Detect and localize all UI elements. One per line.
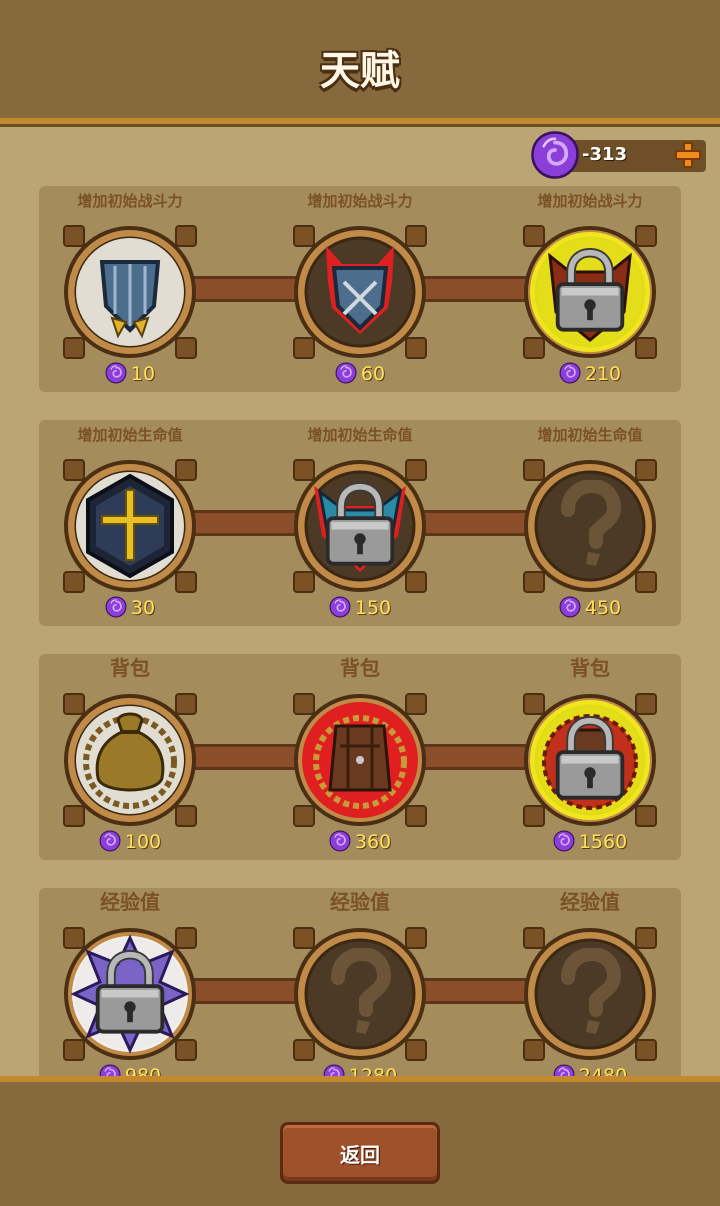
talent-cost: 1560	[495, 830, 685, 853]
talent-node[interactable]: 背包 360	[265, 648, 455, 853]
talent-node[interactable]: 经验值 980	[35, 882, 225, 1076]
talent-cost: 30	[35, 596, 225, 619]
talent-cost: 150	[265, 596, 455, 619]
steel-shield-icon	[60, 222, 200, 362]
talent-label: 背包	[110, 656, 150, 680]
talent-node[interactable]: 增加初始生命值 150	[265, 414, 455, 619]
purple-gem-icon	[553, 830, 575, 852]
page-title: 天赋	[320, 48, 400, 94]
purple-gem-icon	[559, 596, 581, 618]
lock-icon	[520, 690, 660, 830]
talent-cost: 10	[35, 362, 225, 385]
sack-icon	[60, 690, 200, 830]
talent-label: 增加初始生命值	[537, 426, 643, 444]
talent-node[interactable]: 经验值 2480	[495, 882, 685, 1076]
talent-cost: 360	[265, 830, 455, 853]
spiked-shield-icon	[290, 222, 430, 362]
talent-node[interactable]: 增加初始战斗力 10	[35, 180, 225, 385]
talent-node[interactable]: 增加初始战斗力 60	[265, 180, 455, 385]
talent-label: 增加初始战斗力	[77, 192, 183, 210]
talent-node[interactable]: 背包 100	[35, 648, 225, 853]
talent-label: 增加初始生命值	[77, 426, 183, 444]
lock-icon	[290, 456, 430, 596]
talent-list[interactable]: 增加初始战斗力 10 增加初始战斗力 60 增加初始战斗力 210 增加初始生命…	[0, 124, 720, 1076]
purple-gem-icon	[99, 1064, 121, 1076]
purple-gem-icon	[559, 362, 581, 384]
header-bar: 天赋	[0, 0, 720, 124]
talent-label: 经验值	[330, 890, 390, 914]
talent-label: 增加初始战斗力	[537, 192, 643, 210]
purple-gem-icon	[329, 596, 351, 618]
golden-cross-hex-icon	[60, 456, 200, 596]
purple-gem-icon	[105, 362, 127, 384]
talent-node[interactable]: 经验值 1280	[265, 882, 455, 1076]
talent-cost: 1280	[265, 1064, 455, 1076]
talent-node[interactable]: 增加初始战斗力 210	[495, 180, 685, 385]
back-button[interactable]: 返回	[280, 1122, 440, 1184]
backpack-icon	[290, 690, 430, 830]
talent-node[interactable]: 背包 1560	[495, 648, 685, 853]
question-mark-icon	[290, 924, 430, 1064]
talent-label: 背包	[570, 656, 610, 680]
purple-gem-icon	[323, 1064, 345, 1076]
talent-label: 经验值	[100, 890, 160, 914]
purple-gem-icon	[335, 362, 357, 384]
talent-label: 增加初始战斗力	[307, 192, 413, 210]
talent-node[interactable]: 增加初始生命值 30	[35, 414, 225, 619]
talent-cost: 100	[35, 830, 225, 853]
talent-cost: 210	[495, 362, 685, 385]
talent-cost: 60	[265, 362, 455, 385]
talent-cost: 450	[495, 596, 685, 619]
question-mark-icon	[520, 924, 660, 1064]
purple-gem-icon	[329, 830, 351, 852]
question-mark-icon	[520, 456, 660, 596]
talent-cost: 980	[35, 1064, 225, 1076]
purple-gem-icon	[99, 830, 121, 852]
talent-node[interactable]: 增加初始生命值 450	[495, 414, 685, 619]
talent-label: 经验值	[560, 890, 620, 914]
lock-icon	[520, 222, 660, 362]
talent-label: 增加初始生命值	[307, 426, 413, 444]
purple-gem-icon	[553, 1064, 575, 1076]
talent-label: 背包	[340, 656, 380, 680]
purple-gem-icon	[105, 596, 127, 618]
talent-cost: 2480	[495, 1064, 685, 1076]
lock-icon	[60, 924, 200, 1064]
footer-bar: 返回	[0, 1076, 720, 1206]
